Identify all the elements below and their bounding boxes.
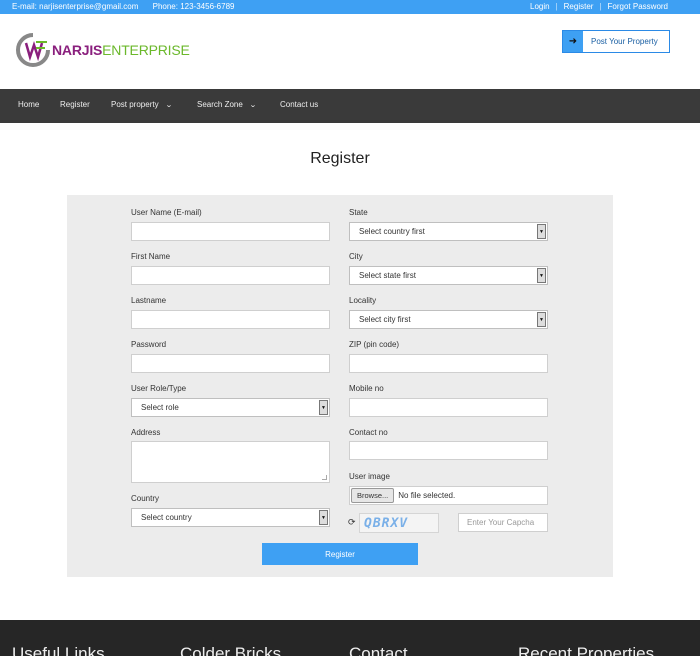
lastname-input[interactable] bbox=[131, 310, 330, 329]
phone-text: Phone: 123-3456-6789 bbox=[152, 2, 235, 11]
zip-label: ZIP (pin code) bbox=[349, 340, 400, 349]
firstname-label: First Name bbox=[131, 252, 171, 261]
header: NARJISENTERPRISE ➜ Post Your Property bbox=[0, 14, 700, 89]
role-select[interactable]: Select role ▼ bbox=[131, 398, 330, 417]
login-link[interactable]: Login bbox=[530, 2, 550, 11]
contact-input[interactable] bbox=[349, 441, 548, 460]
locality-select-value: Select city first bbox=[359, 315, 411, 324]
footer-heading-recent-properties: Recent Properties bbox=[518, 644, 655, 656]
captcha-image: QBRXV bbox=[359, 513, 439, 533]
state-select-value: Select country first bbox=[359, 227, 425, 236]
logo-text-primary: NARJIS bbox=[52, 42, 103, 58]
state-select[interactable]: Select country first ▼ bbox=[349, 222, 548, 241]
nav-label: Contact us bbox=[280, 100, 319, 109]
nav-item-contact-us[interactable]: Contact us bbox=[280, 100, 318, 109]
post-property-button[interactable]: ➜ Post Your Property bbox=[562, 30, 670, 53]
footer-heading-contact: Contact bbox=[349, 644, 408, 656]
email-text: E-mail: narjisenterprise@gmail.com bbox=[12, 2, 139, 11]
locality-select[interactable]: Select city first ▼ bbox=[349, 310, 548, 329]
refresh-icon[interactable]: ⟳ bbox=[348, 517, 356, 528]
footer-heading-colder-bricks: Colder Bricks bbox=[180, 644, 282, 656]
post-property-label: Post Your Property bbox=[591, 37, 658, 46]
browse-button[interactable]: Browse... bbox=[351, 488, 395, 503]
dropdown-arrow-icon: ▼ bbox=[537, 224, 546, 239]
mobile-input[interactable] bbox=[349, 398, 548, 417]
register-button[interactable]: Register bbox=[262, 543, 418, 565]
arrow-right-icon: ➜ bbox=[563, 31, 583, 52]
firstname-input[interactable] bbox=[131, 266, 330, 285]
locality-label: Locality bbox=[349, 296, 377, 305]
chevron-down-icon: ⌄ bbox=[248, 102, 257, 109]
role-label: User Role/Type bbox=[131, 384, 187, 393]
nav-label: Home bbox=[18, 100, 40, 109]
nav-item-home[interactable]: Home bbox=[18, 100, 39, 109]
zip-input[interactable] bbox=[349, 354, 548, 373]
contact-info: E-mail: narjisenterprise@gmail.com Phone… bbox=[12, 2, 246, 11]
nav-label: Post property bbox=[111, 100, 159, 109]
logo[interactable]: NARJISENTERPRISE bbox=[14, 32, 190, 68]
page-title: Register bbox=[310, 150, 370, 167]
chevron-down-icon: ⌄ bbox=[164, 102, 173, 109]
footer-heading-useful-links: Useful Links bbox=[12, 644, 105, 656]
dropdown-arrow-icon: ▼ bbox=[319, 400, 328, 415]
role-select-value: Select role bbox=[141, 403, 179, 412]
account-links: Login | Register | Forgot Password bbox=[530, 2, 668, 11]
resize-grip-icon[interactable] bbox=[322, 475, 327, 480]
lastname-label: Lastname bbox=[131, 296, 167, 305]
contact-label: Contact no bbox=[349, 428, 388, 437]
password-input[interactable] bbox=[131, 354, 330, 373]
main-nav: Home Register Post property ⌄ Search Zone… bbox=[0, 89, 700, 123]
nav-label: Register bbox=[60, 100, 90, 109]
address-label: Address bbox=[131, 428, 161, 437]
nav-item-search-zone[interactable]: Search Zone ⌄ bbox=[197, 100, 257, 109]
user-image-file-input[interactable]: Browse... No file selected. bbox=[349, 486, 548, 505]
nav-label: Search Zone bbox=[197, 100, 243, 109]
nav-item-post-property[interactable]: Post property ⌄ bbox=[111, 100, 173, 109]
captcha-input[interactable]: Enter Your Capcha bbox=[458, 513, 548, 532]
city-label: City bbox=[349, 252, 363, 261]
dropdown-arrow-icon: ▼ bbox=[537, 312, 546, 327]
logo-mark-icon bbox=[14, 33, 52, 67]
address-textarea[interactable] bbox=[131, 441, 330, 483]
city-select-value: Select state first bbox=[359, 271, 416, 280]
state-label: State bbox=[349, 208, 368, 217]
country-select-value: Select country bbox=[141, 513, 192, 522]
username-input[interactable] bbox=[131, 222, 330, 241]
top-bar: E-mail: narjisenterprise@gmail.com Phone… bbox=[0, 0, 700, 14]
footer: Useful Links Colder Bricks Contact Recen… bbox=[0, 620, 700, 656]
password-label: Password bbox=[131, 340, 167, 349]
city-select[interactable]: Select state first ▼ bbox=[349, 266, 548, 285]
logo-text: NARJISENTERPRISE bbox=[52, 42, 190, 58]
forgot-password-link[interactable]: Forgot Password bbox=[608, 2, 668, 11]
file-status: No file selected. bbox=[398, 491, 456, 500]
image-label: User image bbox=[349, 472, 390, 481]
register-link[interactable]: Register bbox=[564, 2, 594, 11]
username-label: User Name (E-mail) bbox=[131, 208, 202, 217]
logo-text-secondary: ENTERPRISE bbox=[102, 42, 190, 58]
nav-item-register[interactable]: Register bbox=[60, 100, 90, 109]
dropdown-arrow-icon: ▼ bbox=[319, 510, 328, 525]
dropdown-arrow-icon: ▼ bbox=[537, 268, 546, 283]
mobile-label: Mobile no bbox=[349, 384, 384, 393]
country-label: Country bbox=[131, 494, 160, 503]
country-select[interactable]: Select country ▼ bbox=[131, 508, 330, 527]
